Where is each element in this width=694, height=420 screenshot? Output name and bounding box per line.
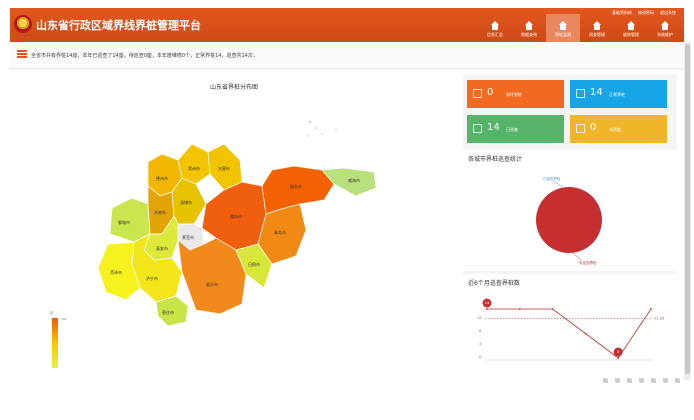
y-tick-12: 12: [477, 316, 481, 320]
moon-icon: [576, 89, 585, 98]
uninspected-card[interactable]: 0 未巡查: [570, 115, 667, 143]
map-label-taian: 泰安市: [156, 245, 168, 251]
status-bar: [0, 378, 694, 420]
inspected-card-label: 已巡查: [506, 127, 518, 132]
map-label-jinan: 济南市: [154, 209, 166, 215]
home-icon: [592, 21, 602, 30]
map-label-zaozhuang: 枣庄市: [162, 309, 174, 315]
min-pin-label: 0: [617, 350, 619, 354]
nav-item-monitoring[interactable]: 界桩监测: [546, 14, 580, 42]
map-label-zibo: 淄博市: [180, 199, 192, 205]
map-panel: 山东省界桩分布图 德州市 滨州市 东营市 聊城市 济南市 淄博市 潍坊市 烟台市…: [10, 74, 458, 374]
map-label-qingdao: 青岛市: [274, 229, 286, 235]
data-point[interactable]: [518, 308, 521, 310]
map-label-jining: 济宁市: [146, 275, 158, 281]
damaged-card[interactable]: 0 损坏界桩: [467, 80, 564, 108]
pie-slice-inspected[interactable]: [536, 187, 602, 253]
map-scatter-islands: [307, 121, 337, 137]
uninspected-card-label: 未巡查: [609, 127, 621, 132]
series-line: [487, 308, 652, 359]
inspected-card-value: 14: [487, 122, 500, 133]
pie-chart: 已巡查界桩 未巡查界桩: [536, 176, 602, 265]
data-point[interactable]: [584, 332, 587, 335]
home-icon: [524, 21, 534, 30]
tray-icon[interactable]: [639, 378, 644, 383]
normal-card-label: 正常界桩: [609, 92, 625, 97]
diamond-icon: [473, 124, 482, 133]
map-label-liaocheng: 聊城市: [118, 219, 130, 225]
home-icon: [558, 21, 568, 30]
inspected-card[interactable]: 14 已巡查: [467, 115, 564, 143]
map-label-linyi: 临沂市: [206, 281, 218, 287]
map-label-heze: 菏泽市: [110, 269, 122, 275]
normal-card-value: 14: [590, 87, 603, 98]
pie-label-uninspected: 未巡查界桩: [579, 260, 597, 265]
main-nav: 信息汇总 数据查询 界桩监测 巡查管理 维修管理 系统维护: [478, 14, 682, 42]
data-point[interactable]: [551, 308, 554, 310]
summary-text: 全省市共有界桩14座，本年已巡查了14座，待巡查0座，本年度维修0个，正常界桩1…: [31, 53, 258, 59]
list-icon: [17, 50, 27, 58]
map-legend-high: 高: [50, 310, 53, 315]
y-tick-8: 8: [479, 329, 481, 333]
average-label: 11.33: [654, 317, 664, 321]
map-label-dezhou: 德州市: [156, 175, 168, 181]
data-point[interactable]: [617, 357, 620, 359]
map-label-weifang: 潍坊市: [230, 213, 242, 219]
right-panel: 0 损坏界桩 14 正常界桩 14 已巡查 0 未巡查 各城市界桩巡查统计 已巡…: [463, 74, 677, 374]
line-chart: 12 8 4 0 11.33 14 0: [477, 298, 664, 361]
max-pin-label: 14: [485, 301, 490, 305]
normal-card[interactable]: 14 正常界桩: [570, 80, 667, 108]
shandong-map: 德州市 滨州市 东营市 聊城市 济南市 淄博市 潍坊市 烟台市 威海市 青岛市 …: [50, 121, 377, 368]
data-point[interactable]: [486, 308, 488, 310]
pie-panel: 各城市界桩巡查统计 已巡查界桩 未巡查界桩: [463, 150, 677, 271]
map-legend-bar[interactable]: [52, 318, 58, 368]
tray-icons: [603, 378, 680, 383]
map-label-binzhou: 滨州市: [188, 165, 200, 171]
home-icon: [626, 21, 636, 30]
tray-icon[interactable]: [615, 378, 620, 383]
y-tick-4: 4: [479, 342, 482, 346]
map-label-rizhao: 日照市: [248, 261, 260, 267]
nav-item-maintenance[interactable]: 维修管理: [614, 14, 648, 42]
damaged-card-label: 损坏界桩: [506, 92, 522, 97]
table-icon: [576, 124, 585, 133]
min-pin[interactable]: 0: [613, 347, 623, 357]
map-label-dongying: 东营市: [218, 165, 230, 171]
nav-item-inspection[interactable]: 巡查管理: [580, 14, 614, 42]
line-panel: 近6个月巡查界桩数 12 8 4 0 11.33 14 0: [463, 274, 677, 374]
pie-leader-uninspected: [572, 252, 582, 261]
map-legend-value: 14: [62, 317, 66, 321]
pie-label-inspected: 已巡查界桩: [543, 176, 561, 181]
nav-item-summary[interactable]: 信息汇总: [478, 14, 512, 42]
calendar-icon: [473, 89, 482, 98]
city-liaocheng[interactable]: [109, 197, 151, 243]
nav-item-query[interactable]: 数据查询: [512, 14, 546, 42]
tray-icon[interactable]: [663, 378, 668, 383]
map-label-laiwu: 莱芜市: [182, 234, 194, 240]
home-icon: [490, 21, 500, 30]
tray-icon[interactable]: [651, 378, 656, 383]
uninspected-card-value: 0: [590, 122, 597, 133]
home-icon: [660, 21, 670, 30]
tray-icon[interactable]: [627, 378, 632, 383]
national-emblem-icon: [14, 15, 32, 33]
tray-icon[interactable]: [603, 378, 608, 383]
max-pin[interactable]: 14: [482, 298, 492, 308]
app-title: 山东省行政区域界线界桩管理平台: [36, 19, 201, 32]
vertical-scrollbar[interactable]: [684, 42, 691, 382]
nav-item-system[interactable]: 系统维护: [648, 14, 682, 42]
map-label-yantai: 烟台市: [290, 183, 302, 189]
scrollbar-thumb[interactable]: [685, 44, 690, 374]
summary-bar: 全省市共有界桩14座，本年已巡查了14座，待巡查0座，本年度维修0个，正常界桩1…: [10, 42, 684, 69]
damaged-card-value: 0: [487, 87, 494, 98]
map-label-weihai: 威海市: [348, 177, 360, 183]
data-point[interactable]: [650, 308, 652, 310]
pie-leader-inspected: [552, 180, 564, 188]
top-header: 山东省行政区域界线界桩管理平台 基础资料库 修改密码 退出系统 信息汇总 数据查…: [10, 8, 684, 42]
tray-icon[interactable]: [675, 378, 680, 383]
y-tick-0: 0: [479, 355, 481, 359]
